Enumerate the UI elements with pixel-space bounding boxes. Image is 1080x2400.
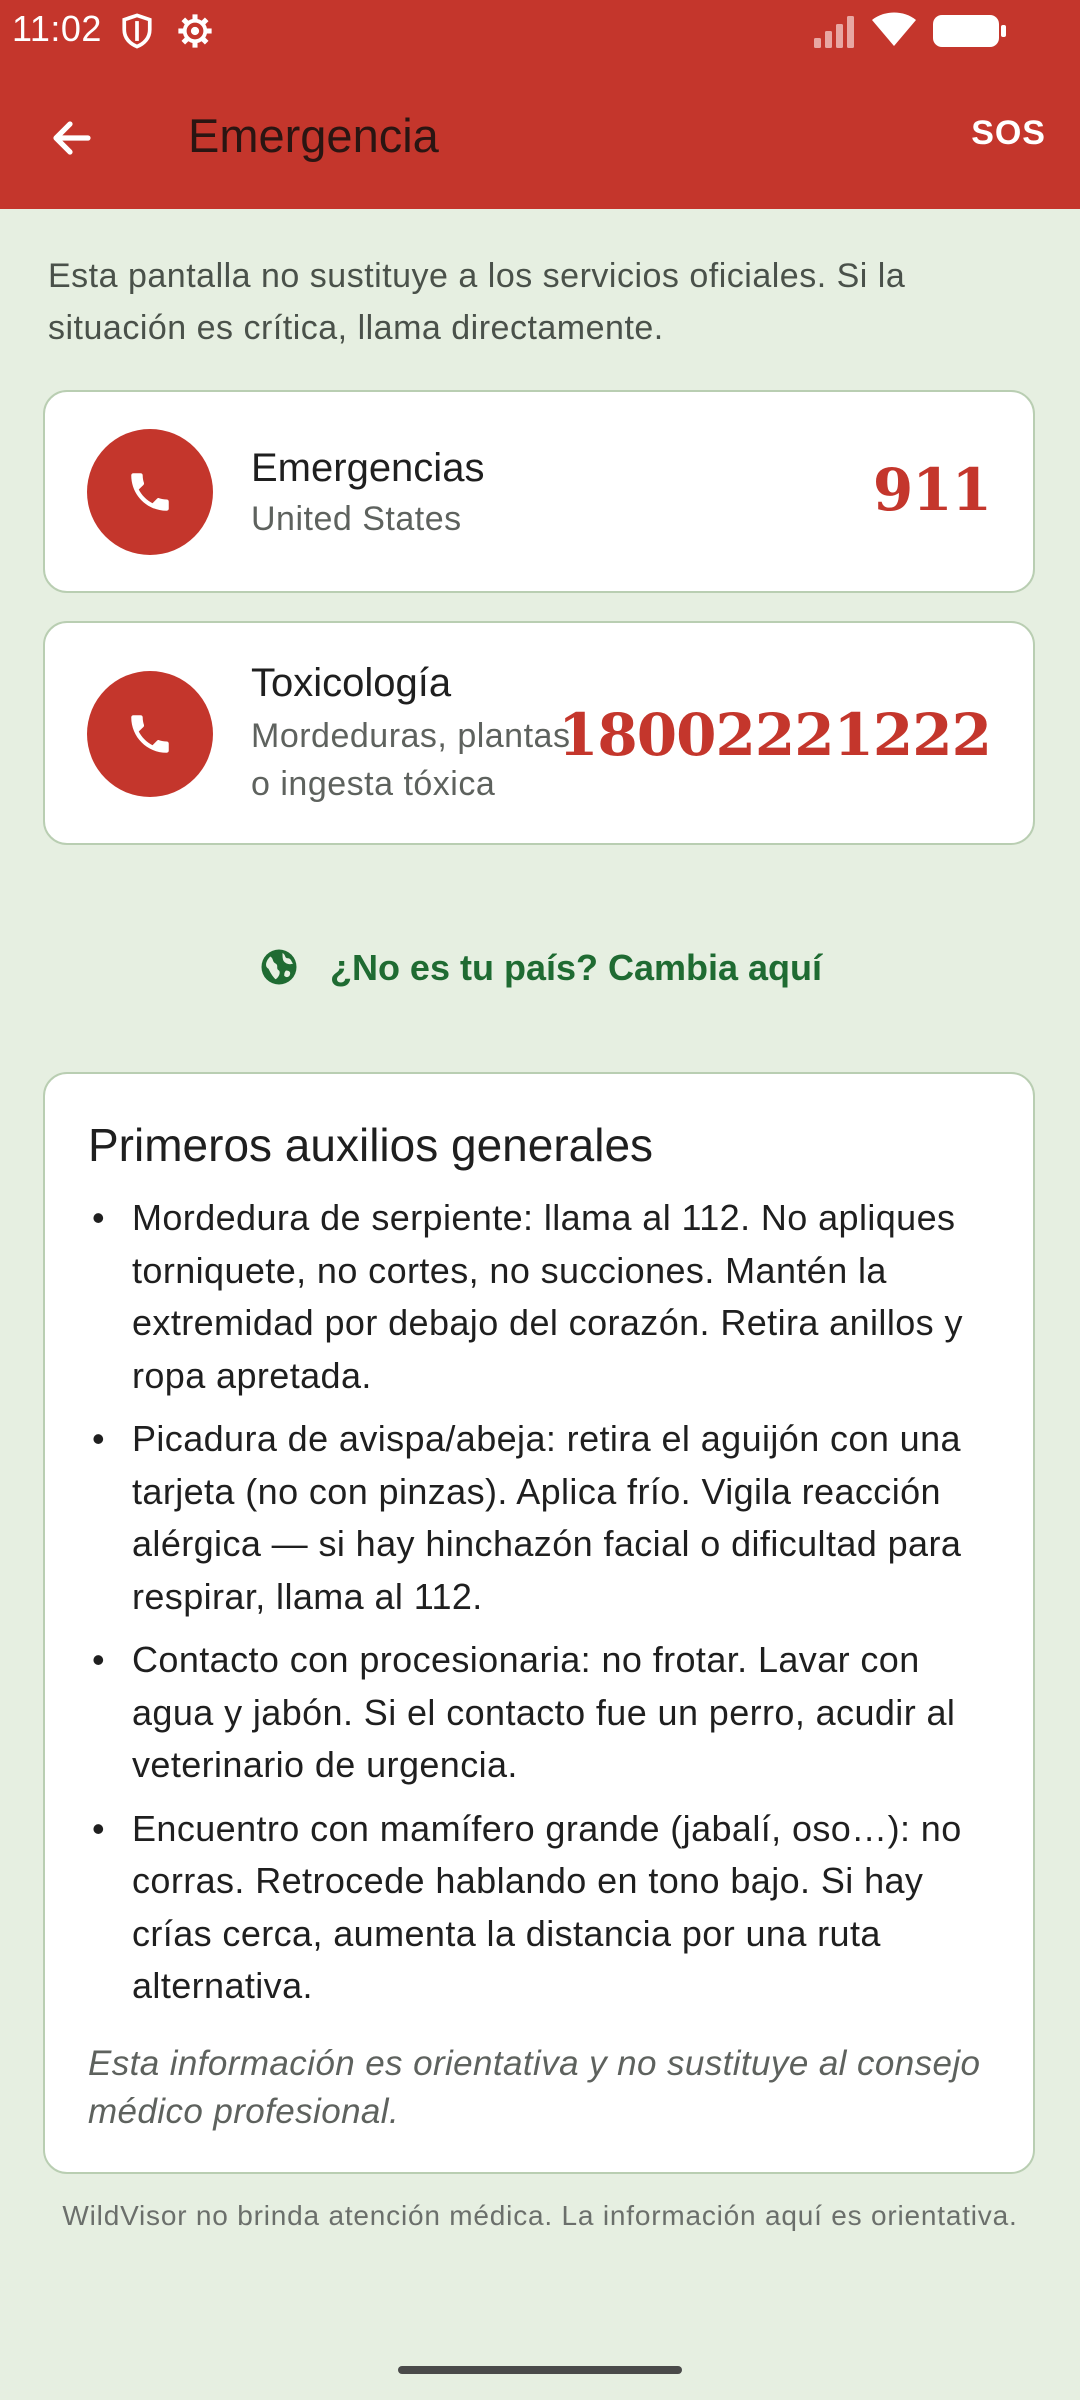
first-aid-note: Esta información es orientativa y no sus…	[88, 2044, 981, 2131]
list-item: • Picadura de avispa/abeja: retira el agu…	[92, 1418, 962, 1617]
list-item: • Mordedura de serpiente: llama al 112. N…	[92, 1197, 963, 1396]
app-bar: Emergencia SOS	[0, 62, 1080, 209]
page-title: Emergencia	[188, 109, 439, 162]
contact-number[interactable]: 18002221222	[558, 701, 992, 769]
home-indicator[interactable]	[398, 2366, 682, 2374]
list-item: • Contacto con procesionaria: no frotar. …	[92, 1639, 956, 1785]
toxicology-contact-card[interactable]: Toxicología Mordeduras, plantas o ingest…	[43, 621, 1035, 845]
back-button[interactable]	[32, 102, 112, 174]
contact-number[interactable]: 911	[873, 456, 992, 524]
first-aid-title: Primeros auxilios generales	[88, 1119, 654, 1171]
disclaimer-text: WildVisor no brinda atención médica. La …	[62, 2200, 1018, 2231]
call-button[interactable]	[87, 429, 213, 555]
contact-subtitle: United States	[251, 500, 462, 538]
wifi-icon	[872, 12, 916, 53]
status-time: 11:02	[12, 8, 102, 49]
first-aid-list: • Mordedura de serpiente: llama al 112. N…	[88, 1192, 988, 2024]
contact-title: Toxicología	[251, 661, 452, 705]
contact-title: Emergencias	[251, 446, 485, 490]
change-country-link[interactable]: ¿No es tu país? Cambia aquí	[0, 946, 1080, 989]
list-item-text: Contacto con procesionaria: no frotar. L…	[132, 1639, 956, 1785]
emergency-contact-card[interactable]: Emergencias United States 911	[43, 390, 1035, 593]
contact-subtitle-line1: Mordeduras, plantas	[251, 717, 571, 755]
list-item: • Encuentro con mamífero grande (jabalí, …	[92, 1807, 962, 2007]
list-item-text: Mordedura de serpiente: llama al 112. No…	[132, 1197, 963, 1396]
list-item-text: Picadura de avispa/abeja: retira el agui…	[132, 1418, 962, 1617]
contact-subtitle-line2: o ingesta tóxica	[251, 765, 496, 803]
change-country-label: ¿No es tu país? Cambia aquí	[329, 947, 823, 988]
first-aid-card: Primeros auxilios generales • Mordedura d…	[43, 1072, 1035, 2174]
list-item-text: Encuentro con mamífero grande (jabalí, o…	[132, 1807, 962, 2007]
battery-icon	[932, 14, 1008, 53]
signal-icon	[812, 14, 860, 53]
status-bar: 11:02	[0, 0, 1080, 62]
settings-gear-icon	[176, 12, 214, 55]
notice-text: Esta pantalla no sustituye a los servici…	[48, 257, 906, 347]
sos-button[interactable]: SOS	[971, 114, 1046, 153]
call-button[interactable]	[87, 671, 213, 797]
globe-icon	[258, 947, 330, 988]
shield-icon	[120, 12, 154, 55]
